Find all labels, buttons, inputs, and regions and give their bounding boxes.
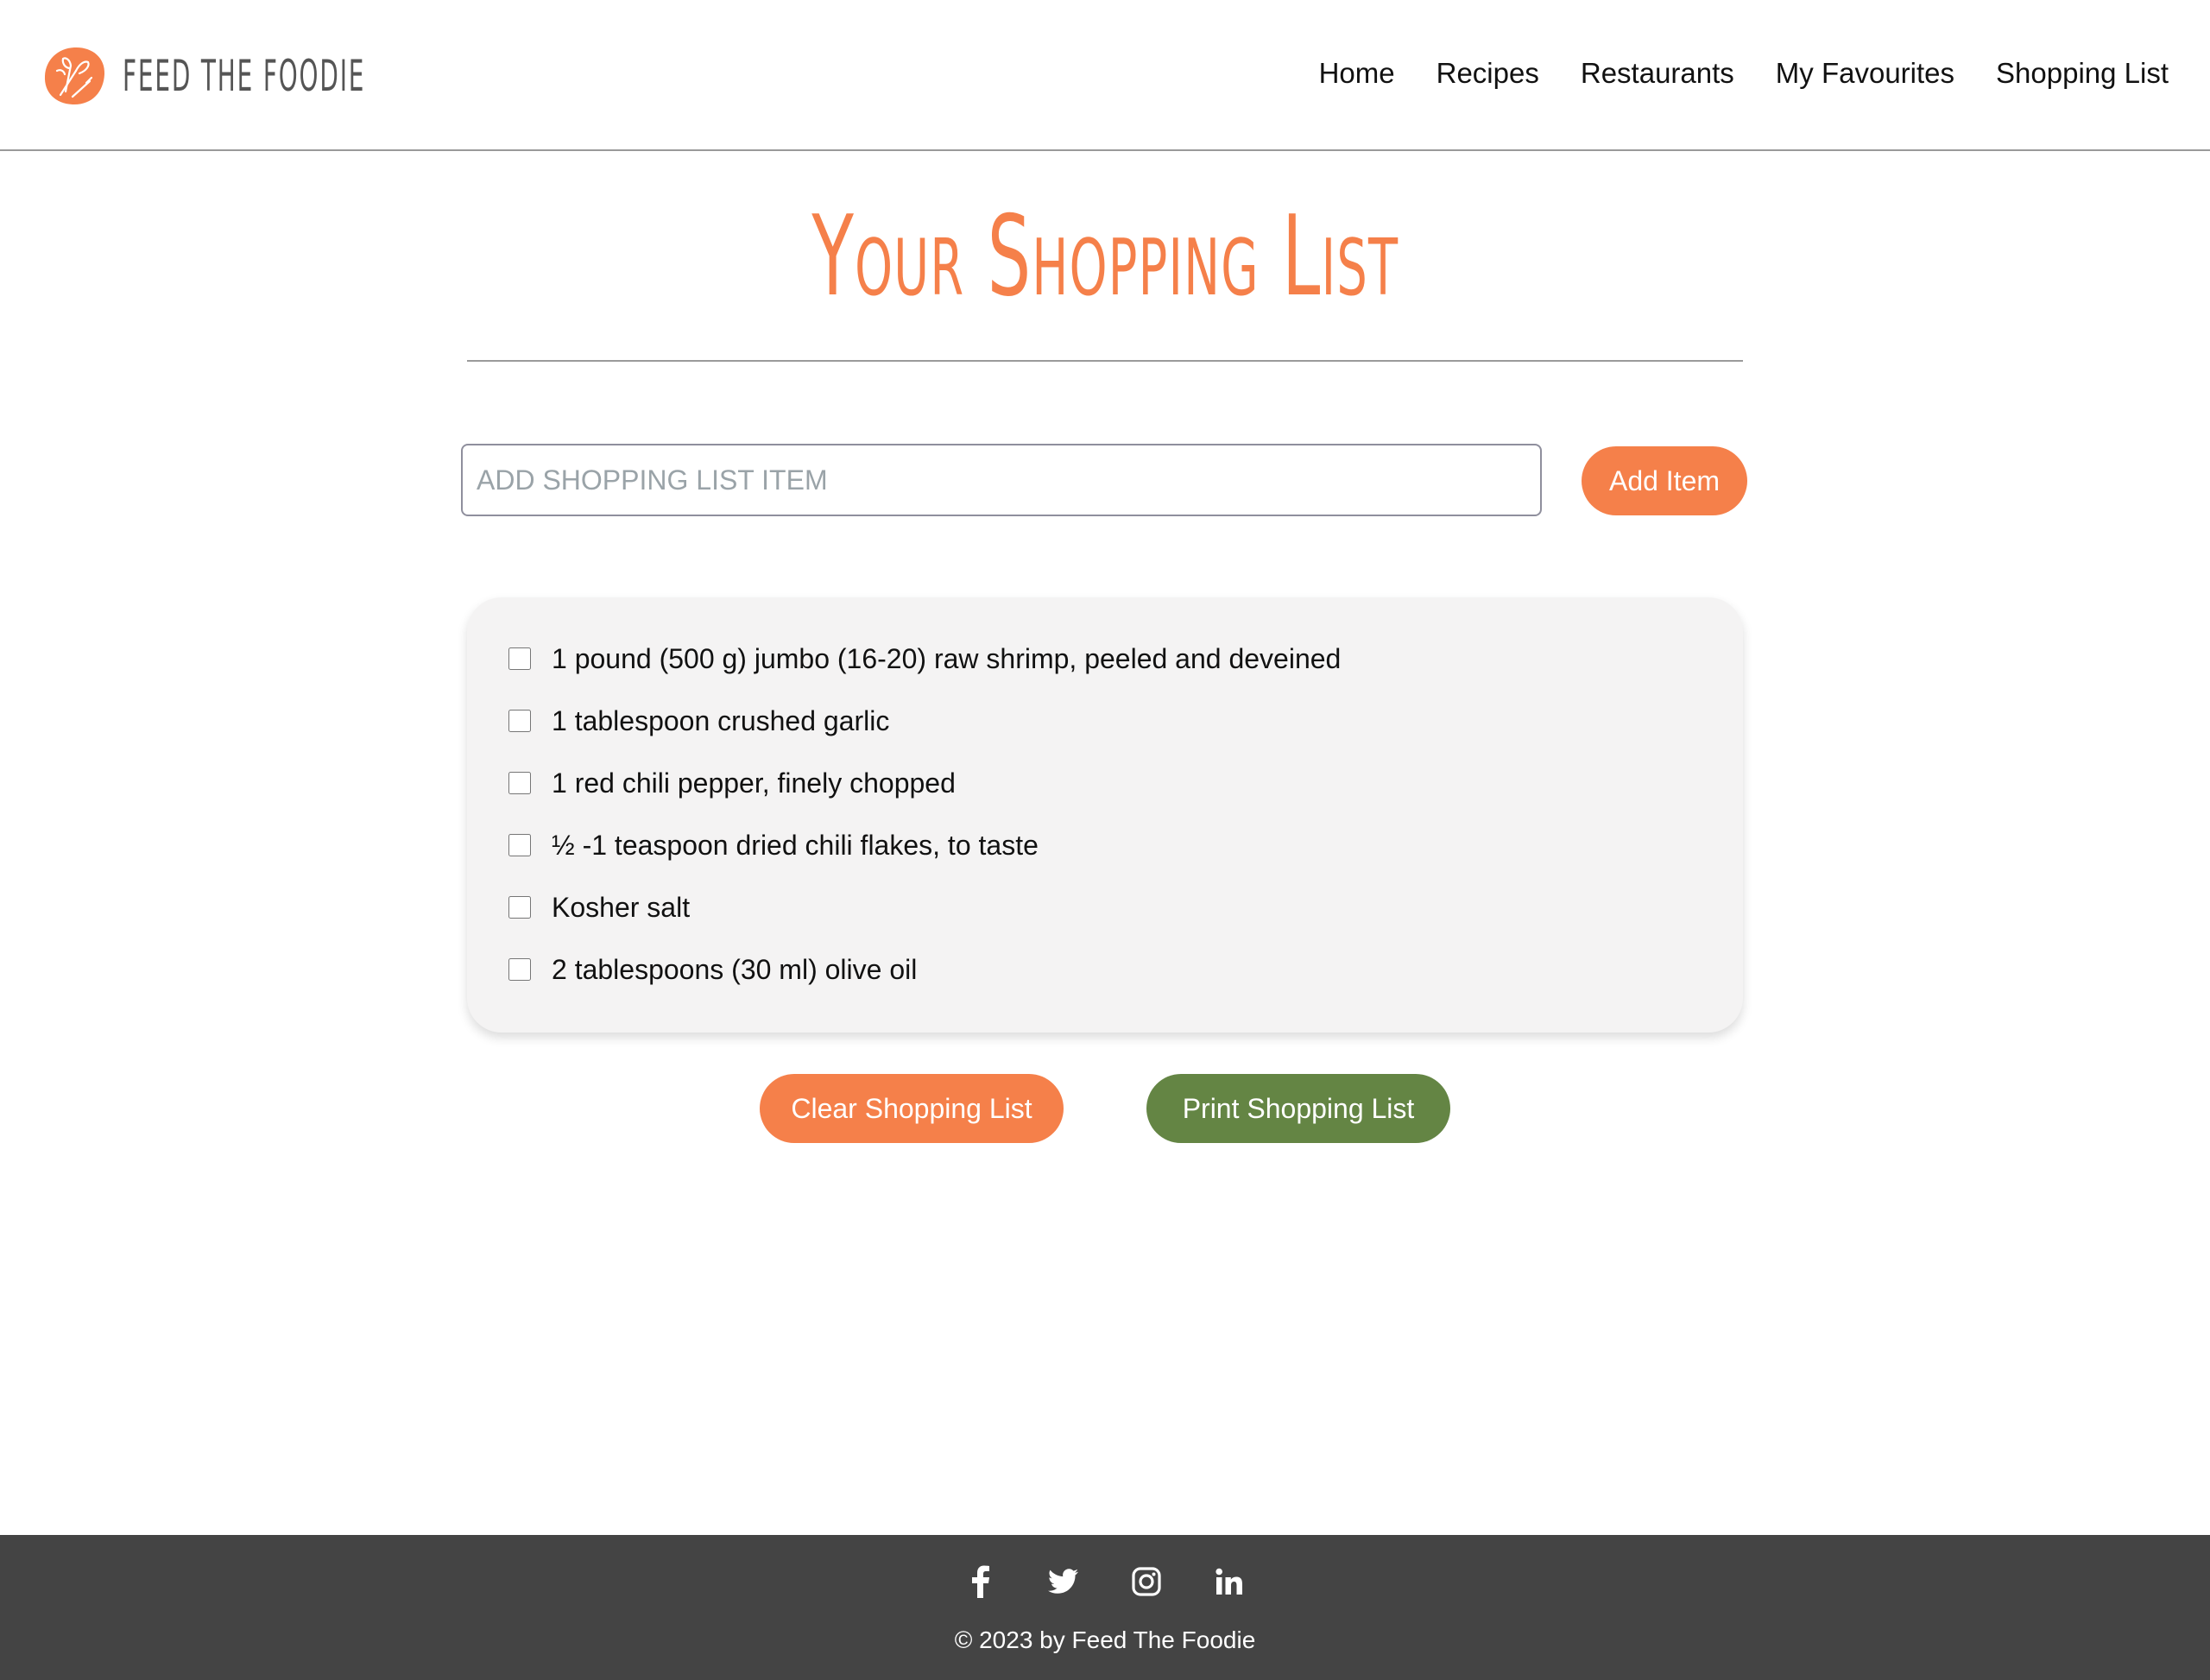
add-item-button[interactable]: Add Item — [1582, 446, 1747, 515]
item-checkbox[interactable] — [508, 710, 531, 732]
site-footer: © 2023 by Feed The Foodie — [0, 1535, 2210, 1680]
title-divider — [467, 360, 1743, 362]
item-label: Kosher salt — [552, 891, 691, 923]
item-label: 1 pound (500 g) jumbo (16-20) raw shrimp… — [552, 642, 1342, 674]
linkedin-link[interactable] — [1188, 1561, 1271, 1602]
instagram-icon — [1132, 1567, 1161, 1596]
item-label: 1 red chili pepper, finely chopped — [552, 767, 956, 799]
brand-logo-link[interactable]: Feed The Foodie — [41, 45, 515, 107]
twitter-link[interactable] — [1022, 1561, 1105, 1602]
social-links — [0, 1561, 2210, 1602]
instagram-link[interactable] — [1105, 1561, 1188, 1602]
linkedin-icon — [1216, 1568, 1242, 1595]
list-item: 1 tablespoon crushed garlic — [508, 699, 889, 742]
site-header: Feed The Foodie Home Recipes Restaurants… — [0, 0, 2210, 151]
twitter-icon — [1048, 1569, 1078, 1594]
nav-item-home[interactable]: Home — [1319, 57, 1395, 90]
nav-item-shopping-list[interactable]: Shopping List — [1996, 57, 2169, 90]
nav-item-restaurants[interactable]: Restaurants — [1581, 57, 1734, 90]
shopping-list-card: 1 pound (500 g) jumbo (16-20) raw shrimp… — [467, 597, 1743, 1033]
item-checkbox[interactable] — [508, 896, 531, 919]
page-title: Your Shopping List — [0, 188, 2210, 326]
nav-item-my-favourites[interactable]: My Favourites — [1776, 57, 1954, 90]
item-checkbox[interactable] — [508, 834, 531, 856]
list-item: 1 red chili pepper, finely chopped — [508, 761, 956, 805]
main-nav: Home Recipes Restaurants My Favourites S… — [1278, 57, 2169, 90]
facebook-link[interactable] — [939, 1561, 1022, 1602]
list-item: Kosher salt — [508, 886, 690, 929]
logo-icon — [44, 47, 105, 105]
list-item: ½ -1 teaspoon dried chili flakes, to tas… — [508, 824, 1039, 867]
item-checkbox[interactable] — [508, 772, 531, 794]
item-checkbox[interactable] — [508, 647, 531, 670]
print-shopping-list-button[interactable]: Print Shopping List — [1146, 1074, 1450, 1143]
facebook-icon — [972, 1565, 989, 1598]
item-label: 2 tablespoons (30 ml) olive oil — [552, 953, 918, 985]
item-label: ½ -1 teaspoon dried chili flakes, to tas… — [552, 829, 1039, 861]
item-checkbox[interactable] — [508, 958, 531, 981]
list-item: 1 pound (500 g) jumbo (16-20) raw shrimp… — [508, 637, 1341, 680]
clear-shopping-list-button[interactable]: Clear Shopping List — [760, 1074, 1064, 1143]
item-label: 1 tablespoon crushed garlic — [552, 704, 890, 736]
page-title-text: Your Shopping List — [811, 193, 1399, 321]
nav-item-recipes[interactable]: Recipes — [1436, 57, 1539, 90]
add-item-input[interactable] — [461, 444, 1542, 516]
copyright-text: © 2023 by Feed The Foodie — [954, 1626, 1256, 1653]
brand-name: Feed The Foodie — [123, 51, 366, 101]
list-item: 2 tablespoons (30 ml) olive oil — [508, 948, 917, 991]
